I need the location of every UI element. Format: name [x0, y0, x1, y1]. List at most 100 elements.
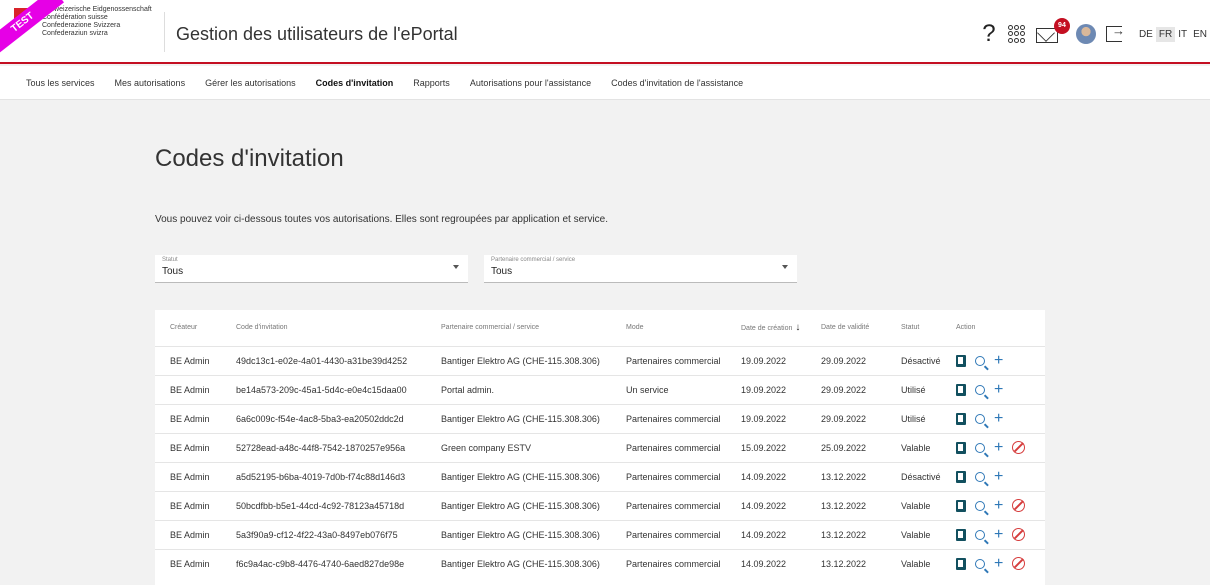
row-actions: +: [956, 381, 1045, 397]
search-icon[interactable]: [975, 355, 985, 366]
cell-valid: 29.09.2022: [806, 374, 886, 404]
avatar[interactable]: [1075, 24, 1096, 44]
cell-actions: +: [941, 374, 1045, 404]
status-filter-value: Tous: [162, 266, 184, 277]
main-tabs: Tous les services Mes autorisations Gére…: [0, 66, 1210, 100]
cell-creator: BE Admin: [155, 519, 221, 549]
cell-code: 6a6c009c-f54e-4ac8-5ba3-ea20502ddc2d: [221, 403, 426, 433]
search-icon[interactable]: [975, 384, 985, 395]
cell-partner: Bantiger Elektro AG (CHE-115.308.306): [426, 403, 611, 433]
cell-actions: +: [941, 490, 1045, 520]
row-actions: +: [956, 410, 1045, 426]
tab-reports[interactable]: Rapports: [403, 66, 460, 99]
table-row: BE Admin a5d52195-b6ba-4019-7d0b-f74c88d1…: [155, 461, 1045, 491]
row-actions: +: [956, 555, 1045, 571]
clipboard-icon[interactable]: [956, 383, 966, 396]
col-created[interactable]: Date de création ↓: [726, 310, 806, 346]
lang-en[interactable]: EN: [1190, 27, 1210, 42]
row-actions: +: [956, 497, 1045, 513]
lang-de[interactable]: DE: [1136, 27, 1156, 42]
cell-status: Valable: [886, 490, 941, 520]
plus-icon[interactable]: +: [994, 555, 1003, 571]
col-action: Action: [956, 324, 976, 332]
logo-text: Schweizerische Eidgenossenschaft Confédé…: [42, 6, 152, 38]
block-icon[interactable]: [1012, 441, 1026, 454]
app-header: TEST Schweizerische Eidgenossenschaft Co…: [0, 0, 1210, 64]
search-icon[interactable]: [975, 500, 985, 511]
mail-button[interactable]: 94: [1035, 18, 1070, 44]
cell-created: 14.09.2022: [726, 519, 806, 549]
logout-icon[interactable]: [1105, 23, 1125, 42]
cell-valid: 13.12.2022: [806, 548, 886, 578]
tab-assistance-invitation-codes[interactable]: Codes d'invitation de l'assistance: [601, 66, 753, 99]
partner-filter-select[interactable]: Partenaire commercial / service Tous: [484, 255, 797, 283]
cell-created: 14.09.2022: [726, 461, 806, 491]
cell-creator: BE Admin: [155, 490, 221, 520]
clipboard-icon[interactable]: [956, 528, 966, 541]
lang-fr[interactable]: FR: [1155, 26, 1176, 42]
cell-actions: +: [941, 548, 1045, 578]
plus-icon[interactable]: +: [994, 410, 1003, 426]
plus-icon[interactable]: +: [994, 497, 1003, 513]
plus-icon[interactable]: +: [994, 439, 1003, 455]
cell-creator: BE Admin: [155, 403, 221, 433]
search-icon[interactable]: [975, 558, 985, 569]
plus-icon[interactable]: +: [994, 352, 1003, 368]
search-icon[interactable]: [975, 413, 985, 424]
clipboard-icon[interactable]: [956, 412, 966, 425]
block-icon[interactable]: [1012, 499, 1026, 512]
table-row: BE Admin 52728ead-a48c-44f8-7542-1870257e…: [155, 432, 1045, 462]
cell-status: Valable: [886, 519, 941, 549]
partner-filter-label: Partenaire commercial / service: [491, 257, 576, 263]
partner-filter-value: Tous: [491, 266, 513, 277]
search-icon[interactable]: [975, 529, 985, 540]
help-icon[interactable]: ?: [980, 20, 998, 48]
col-created-label: Date de création: [741, 325, 793, 333]
cell-code: 52728ead-a48c-44f8-7542-1870257e956a: [221, 432, 426, 462]
tab-all-services[interactable]: Tous les services: [17, 66, 105, 99]
row-actions: +: [956, 439, 1045, 455]
apps-grid-icon[interactable]: [1007, 25, 1026, 43]
lang-it[interactable]: IT: [1175, 27, 1190, 42]
tab-invitation-codes[interactable]: Codes d'invitation: [306, 66, 404, 99]
clipboard-icon[interactable]: [956, 354, 966, 367]
cell-created: 14.09.2022: [726, 548, 806, 578]
row-actions: +: [956, 352, 1045, 368]
plus-icon[interactable]: +: [994, 526, 1003, 542]
tab-assistance-authorizations[interactable]: Autorisations pour l'assistance: [460, 66, 601, 99]
plus-icon[interactable]: +: [994, 381, 1003, 397]
tab-manage-authorizations[interactable]: Gérer les autorisations: [195, 66, 306, 99]
cell-status: Utilisé: [886, 374, 941, 404]
tab-my-authorizations[interactable]: Mes autorisations: [105, 66, 196, 99]
clipboard-icon[interactable]: [956, 557, 966, 570]
cell-code: f6c9a4ac-c9b8-4476-4740-6aed827de98e: [221, 548, 426, 578]
cell-valid: 13.12.2022: [806, 490, 886, 520]
cell-status: Valable: [886, 432, 941, 462]
search-icon[interactable]: [975, 442, 985, 453]
cell-mode: Partenaires commercial: [611, 461, 726, 491]
col-valid[interactable]: Date de validité: [806, 310, 886, 346]
cell-partner: Bantiger Elektro AG (CHE-115.308.306): [426, 519, 611, 549]
col-partner[interactable]: Partenaire commercial / service: [426, 310, 611, 346]
cell-code: 50bcdfbb-b5e1-44cd-4c92-78123a45718d: [221, 490, 426, 520]
clipboard-icon[interactable]: [956, 470, 966, 483]
app-title: Gestion des utilisateurs de l'ePortal: [176, 24, 458, 44]
cell-status: Utilisé: [886, 403, 941, 433]
row-actions: +: [956, 526, 1045, 542]
cell-mode: Partenaires commercial: [611, 519, 726, 549]
clipboard-icon[interactable]: [956, 441, 966, 454]
status-filter-select[interactable]: Statut Tous: [155, 255, 468, 283]
block-icon[interactable]: [1012, 557, 1026, 571]
col-creator[interactable]: Créateur: [155, 310, 221, 346]
block-icon[interactable]: [1012, 528, 1026, 541]
plus-icon[interactable]: +: [994, 468, 1003, 484]
page-title: Codes d'invitation: [155, 145, 344, 172]
cell-created: 19.09.2022: [726, 374, 806, 404]
col-status[interactable]: Statut: [886, 310, 941, 346]
col-code[interactable]: Code d'invitation: [221, 310, 426, 346]
cell-mode: Partenaires commercial: [611, 548, 726, 578]
search-icon[interactable]: [975, 471, 985, 482]
col-mode[interactable]: Mode: [611, 310, 726, 346]
table-row: BE Admin 50bcdfbb-b5e1-44cd-4c92-78123a45…: [155, 490, 1045, 520]
clipboard-icon[interactable]: [956, 499, 966, 512]
